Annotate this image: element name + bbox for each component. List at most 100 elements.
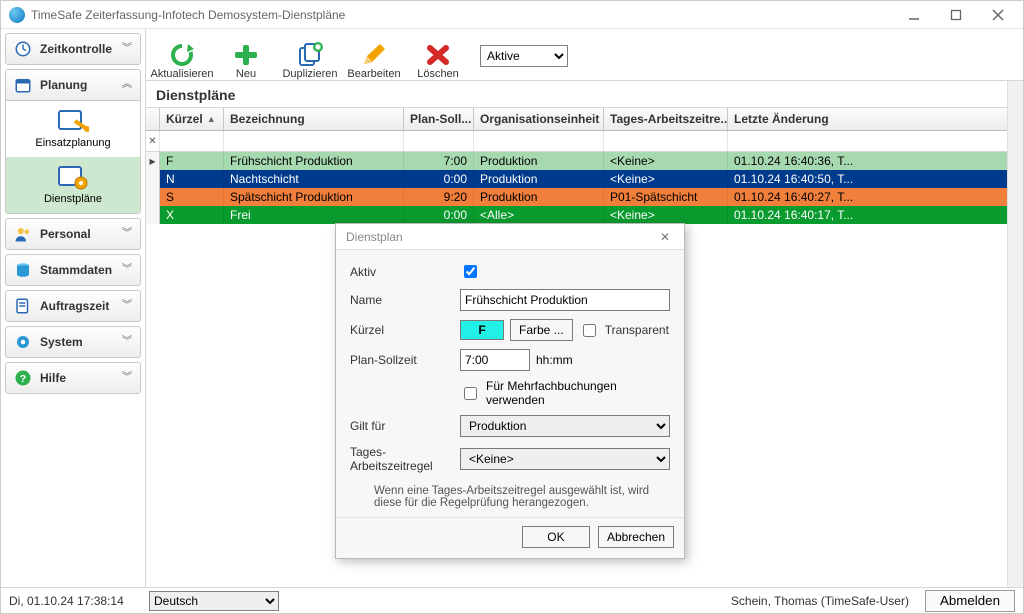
delete-button[interactable]: Löschen bbox=[410, 32, 466, 80]
giltfuer-select[interactable]: Produktion bbox=[460, 415, 670, 437]
cell-plansoll: 7:00 bbox=[404, 152, 474, 170]
dialog-close-button[interactable]: ✕ bbox=[652, 226, 678, 248]
nav-planung[interactable]: Planung ︽ bbox=[5, 69, 141, 101]
duplicate-button[interactable]: Duplizieren bbox=[282, 32, 338, 80]
col-plansoll[interactable]: Plan-Soll... bbox=[404, 108, 474, 130]
nav-dienstplaene[interactable]: Dienstpläne bbox=[6, 157, 140, 213]
table-row[interactable]: ▸FFrühschicht Produktion7:00Produktion<K… bbox=[146, 152, 1023, 170]
table-row[interactable]: SSpätschicht Produktion9:20ProduktionP01… bbox=[146, 188, 1023, 206]
grid-header: Kürzel▲ Bezeichnung Plan-Soll... Organis… bbox=[146, 108, 1023, 131]
gear-icon bbox=[14, 333, 32, 351]
maximize-button[interactable] bbox=[935, 2, 977, 28]
col-kuerzel[interactable]: Kürzel▲ bbox=[160, 108, 224, 130]
nav-child-label: Einsatzplanung bbox=[35, 137, 110, 149]
duplicate-icon bbox=[296, 42, 324, 68]
cell-aenderung: 01.10.24 16:40:50, T... bbox=[728, 170, 1023, 188]
table-row[interactable]: XFrei0:00<Alle><Keine>01.10.24 16:40:17,… bbox=[146, 206, 1023, 224]
pencil-icon bbox=[360, 42, 388, 68]
cell-bezeichnung: Nachtschicht bbox=[224, 170, 404, 188]
transparent-checkbox[interactable] bbox=[583, 324, 596, 337]
plansoll-input[interactable] bbox=[460, 349, 530, 371]
cell-kuerzel: F bbox=[160, 152, 224, 170]
grid-filter-row[interactable]: ✕ bbox=[146, 131, 1023, 152]
status-user: Schein, Thomas (TimeSafe-User) bbox=[731, 594, 909, 608]
tagesregel-select[interactable]: <Keine> bbox=[460, 448, 670, 470]
label-name: Name bbox=[350, 293, 460, 307]
dialog-note: Wenn eine Tages-Arbeitszeitregel ausgewä… bbox=[350, 481, 670, 511]
logout-button[interactable]: Abmelden bbox=[925, 590, 1015, 612]
transparent-option[interactable]: Transparent bbox=[579, 321, 669, 340]
refresh-button[interactable]: Aktualisieren bbox=[154, 32, 210, 80]
calendar-icon bbox=[14, 76, 32, 94]
label-kuerzel: Kürzel bbox=[350, 323, 460, 337]
farbe-button[interactable]: Farbe ... bbox=[510, 319, 573, 341]
label-aktiv: Aktiv bbox=[350, 265, 460, 279]
cell-plansoll: 9:20 bbox=[404, 188, 474, 206]
aktiv-checkbox[interactable] bbox=[464, 265, 477, 278]
table-row[interactable]: NNachtschicht0:00Produktion<Keine>01.10.… bbox=[146, 170, 1023, 188]
dialog-titlebar[interactable]: Dienstplan ✕ bbox=[336, 224, 684, 250]
toolbar-label: Löschen bbox=[417, 68, 459, 80]
window-titlebar: TimeSafe Zeiterfassung-Infotech Demosyst… bbox=[1, 1, 1023, 29]
gear-plan-icon bbox=[57, 163, 89, 191]
nav-system[interactable]: System ︾ bbox=[5, 326, 141, 358]
cancel-button[interactable]: Abbrechen bbox=[598, 526, 674, 548]
minimize-button[interactable] bbox=[893, 2, 935, 28]
col-aenderung[interactable]: Letzte Änderung bbox=[728, 108, 1023, 130]
kuerzel-swatch[interactable]: F bbox=[460, 320, 504, 340]
filter-select[interactable]: Aktive bbox=[480, 45, 568, 67]
cell-bezeichnung: Frühschicht Produktion bbox=[224, 152, 404, 170]
toolbar-label: Duplizieren bbox=[282, 68, 337, 80]
new-button[interactable]: Neu bbox=[218, 32, 274, 80]
chevrons-icon: ︾ bbox=[122, 230, 132, 238]
label-plansoll: Plan-Sollzeit bbox=[350, 353, 460, 367]
order-icon bbox=[14, 297, 32, 315]
cell-regel: P01-Spätschicht bbox=[604, 188, 728, 206]
cell-bezeichnung: Frei bbox=[224, 206, 404, 224]
toolbar-label: Neu bbox=[236, 68, 256, 80]
sidebar: Zeitkontrolle ︾ Planung ︽ Einsatzplanung… bbox=[1, 29, 146, 587]
col-tagesregel[interactable]: Tages-Arbeitszeitre... bbox=[604, 108, 728, 130]
cell-aenderung: 01.10.24 16:40:27, T... bbox=[728, 188, 1023, 206]
col-orgeinheit[interactable]: Organisationseinheit bbox=[474, 108, 604, 130]
col-bezeichnung[interactable]: Bezeichnung bbox=[224, 108, 404, 130]
filter-clear[interactable]: ✕ bbox=[146, 131, 160, 151]
nav-auftragszeit[interactable]: Auftragszeit ︾ bbox=[5, 290, 141, 322]
name-input[interactable] bbox=[460, 289, 670, 311]
label-tagesregel: Tages-Arbeitszeitregel bbox=[350, 445, 460, 473]
nav-einsatzplanung[interactable]: Einsatzplanung bbox=[6, 101, 140, 157]
nav-hilfe[interactable]: ? Hilfe ︾ bbox=[5, 362, 141, 394]
delete-icon bbox=[424, 42, 452, 68]
toolbar: Aktualisieren Neu Duplizieren Bearbeiten… bbox=[146, 29, 1023, 81]
indicator bbox=[146, 188, 160, 206]
ok-button[interactable]: OK bbox=[522, 526, 590, 548]
mehrfach-checkbox[interactable] bbox=[464, 387, 477, 400]
label-mehrfach: Für Mehrfachbuchungen verwenden bbox=[486, 379, 670, 407]
nav-stammdaten[interactable]: Stammdaten ︾ bbox=[5, 254, 141, 286]
close-button[interactable] bbox=[977, 2, 1019, 28]
cell-aenderung: 01.10.24 16:40:17, T... bbox=[728, 206, 1023, 224]
edit-button[interactable]: Bearbeiten bbox=[346, 32, 402, 80]
hhmm-hint: hh:mm bbox=[536, 353, 573, 367]
grid-title: Dienstpläne bbox=[146, 81, 1023, 108]
chevrons-icon: ︾ bbox=[122, 266, 132, 274]
nav-label: Zeitkontrolle bbox=[40, 42, 122, 56]
language-select[interactable]: Deutsch bbox=[149, 591, 279, 611]
nav-personal[interactable]: Personal ︾ bbox=[5, 218, 141, 250]
nav-child-label: Dienstpläne bbox=[44, 193, 102, 205]
chevrons-icon: ︾ bbox=[122, 302, 132, 310]
nav-planung-children: Einsatzplanung Dienstpläne bbox=[5, 101, 141, 214]
col-indicator[interactable] bbox=[146, 108, 160, 130]
chevrons-icon: ︾ bbox=[122, 374, 132, 382]
help-icon: ? bbox=[14, 369, 32, 387]
cell-regel: <Keine> bbox=[604, 170, 728, 188]
sort-asc-icon: ▲ bbox=[207, 114, 216, 124]
app-icon bbox=[9, 7, 25, 23]
cell-regel: <Keine> bbox=[604, 152, 728, 170]
cell-plansoll: 0:00 bbox=[404, 206, 474, 224]
toolbar-label: Bearbeiten bbox=[347, 68, 400, 80]
nav-zeitkontrolle[interactable]: Zeitkontrolle ︾ bbox=[5, 33, 141, 65]
nav-label: Planung bbox=[40, 78, 122, 92]
grid-scrollbar[interactable] bbox=[1007, 81, 1023, 587]
grid-rows: ▸FFrühschicht Produktion7:00Produktion<K… bbox=[146, 152, 1023, 224]
